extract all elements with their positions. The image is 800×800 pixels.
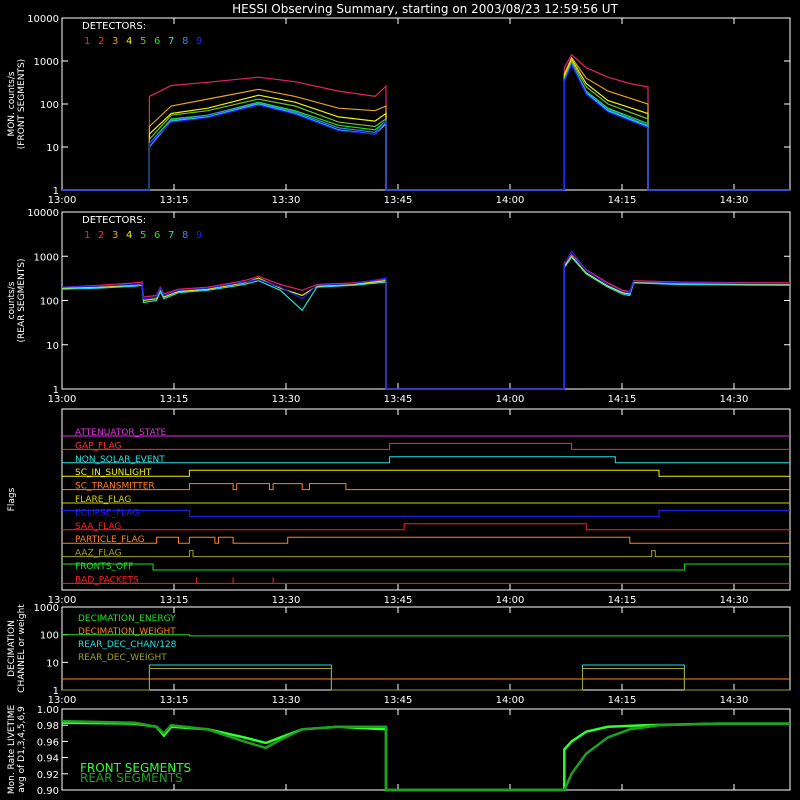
y-tick-label: 100: [40, 631, 59, 642]
x-tick-label: 13:30: [272, 195, 301, 206]
x-tick-label: 13:15: [160, 394, 189, 405]
x-tick-label: 13:00: [48, 195, 77, 206]
x-tick-label: 14:00: [496, 595, 525, 606]
livetime-panel-ylabel: avg of D1,3,4,5,6,9: [17, 706, 27, 793]
y-tick-label: 0.94: [37, 754, 59, 765]
decimation-legend: REAR_DEC_CHAN/128: [78, 640, 177, 650]
series-line-det-9: [61, 250, 791, 390]
x-tick-label: 14:15: [608, 595, 637, 606]
flag-line: [62, 456, 790, 464]
x-tick-label: 13:15: [160, 595, 189, 606]
legend-title: DETECTORS:: [82, 21, 146, 32]
series-line-det-4: [62, 57, 790, 191]
flag-line: [62, 509, 790, 517]
flag-line: [62, 483, 790, 491]
flag-line: [62, 536, 790, 544]
x-tick-label: 14:30: [720, 595, 749, 606]
counts-panel-1-ylabel: (REAR SEGMENTS): [17, 258, 27, 342]
legend-entry: 7: [168, 36, 174, 47]
legend-entry: 9: [196, 230, 202, 241]
y-tick-label: 1.00: [37, 705, 59, 716]
x-tick-label: 13:45: [384, 695, 413, 706]
legend-entry: 9: [196, 36, 202, 47]
series-line-det-4: [61, 255, 791, 390]
y-tick-label: 1000: [34, 252, 59, 263]
legend-entry: 3: [112, 230, 118, 241]
x-tick-label: 14:00: [496, 195, 525, 206]
legend-entry: 6: [154, 230, 160, 241]
y-tick-label: 100: [40, 297, 59, 308]
y-tick-label: 10: [46, 658, 59, 669]
x-tick-label: 14:30: [720, 695, 749, 706]
counts-panel-0-ylabel: (FRONT SEGMENTS): [17, 59, 27, 149]
y-tick-label: 1000: [34, 603, 59, 614]
legend-entry: 4: [126, 230, 132, 241]
series-line-det-8: [62, 61, 790, 191]
series-line-det-7: [62, 62, 790, 191]
decimation-legend: REAR_DEC_WEIGHT: [78, 653, 167, 663]
y-tick-label: 10000: [27, 208, 59, 219]
x-tick-label: 13:15: [160, 195, 189, 206]
legend-entry: 1: [84, 230, 90, 241]
y-tick-label: 10000: [27, 14, 59, 25]
legend-entry: 1: [84, 36, 90, 47]
y-tick-label: 0.96: [37, 737, 59, 748]
legend-entry: 2: [98, 36, 104, 47]
series-line-det-3: [62, 56, 790, 191]
x-tick-label: 13:15: [160, 695, 189, 706]
x-tick-label: 14:30: [720, 394, 749, 405]
y-tick-label: 10: [46, 143, 59, 154]
y-tick-label: 0.92: [37, 770, 59, 781]
x-tick-label: 13:00: [48, 394, 77, 405]
series-line-det-6: [62, 61, 790, 191]
y-tick-label: 100: [40, 100, 59, 111]
flag-line: [62, 469, 790, 477]
series-line-det-5: [62, 59, 790, 191]
legend-entry: 5: [140, 230, 146, 241]
x-tick-label: 14:00: [496, 394, 525, 405]
legend-entry: 8: [182, 36, 188, 47]
decimation-panel-ylabel: CHANNEL or weight: [17, 604, 27, 693]
legend-title: DETECTORS:: [82, 215, 146, 226]
x-tick-label: 14:00: [496, 695, 525, 706]
livetime-legend: REAR SEGMENTS: [80, 771, 183, 785]
livetime-panel-ylabel: Mon. Rate LIVETIME: [7, 705, 17, 795]
y-tick-label: 0.90: [37, 786, 59, 797]
legend-entry: 2: [98, 230, 104, 241]
legend-entry: 5: [140, 36, 146, 47]
x-tick-label: 13:30: [272, 595, 301, 606]
series-line-det-7: [61, 256, 791, 390]
legend-entry: 3: [112, 36, 118, 47]
x-tick-label: 13:45: [384, 394, 413, 405]
decimation-legend: DECIMATION_WEIGHT: [78, 627, 176, 637]
series-line-det-1: [61, 253, 791, 390]
flag-line: [62, 442, 790, 450]
decimation-panel-ylabel: DECIMATION: [7, 620, 17, 677]
observing-summary-chart: HESSI Observing Summary, starting on 200…: [7, 2, 791, 797]
x-tick-label: 14:30: [720, 195, 749, 206]
chart-title: HESSI Observing Summary, starting on 200…: [232, 2, 618, 16]
flags-panel-ylabel: Flags: [7, 487, 17, 511]
x-tick-label: 14:15: [608, 695, 637, 706]
flag-line: [62, 563, 790, 571]
x-tick-label: 13:45: [384, 595, 413, 606]
legend-entry: 7: [168, 230, 174, 241]
flag-line: [62, 550, 790, 558]
y-tick-label: 0.98: [37, 721, 59, 732]
series-line-det-9: [62, 63, 790, 191]
y-tick-label: 1000: [34, 57, 59, 68]
x-tick-label: 13:30: [272, 394, 301, 405]
legend-entry: 8: [182, 230, 188, 241]
x-tick-label: 13:30: [272, 695, 301, 706]
legend-entry: 4: [126, 36, 132, 47]
counts-panel-0-ylabel: MON. counts/s: [7, 71, 17, 136]
decimation-legend: DECIMATION_ENERGY: [78, 614, 176, 624]
x-tick-label: 13:45: [384, 195, 413, 206]
legend-entry: 6: [154, 36, 160, 47]
flag-line: [62, 523, 790, 531]
counts-panel-1-ylabel: counts/s: [7, 281, 17, 319]
x-tick-label: 14:15: [608, 394, 637, 405]
y-tick-label: 10: [46, 341, 59, 352]
x-tick-label: 14:15: [608, 195, 637, 206]
